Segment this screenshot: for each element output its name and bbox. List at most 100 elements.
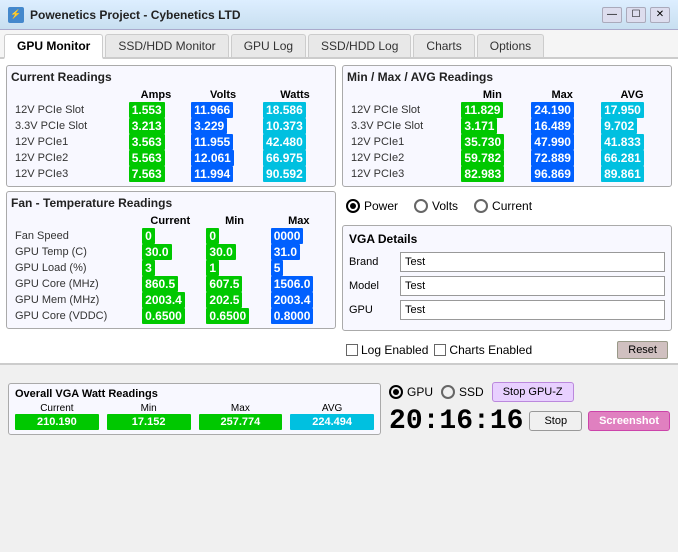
- cell-max: 24.190: [527, 102, 597, 118]
- radio-gpu[interactable]: GPU: [389, 385, 433, 399]
- table-row: Fan Speed 0 0 0000: [11, 228, 331, 244]
- radio-gpu-circle[interactable]: [389, 385, 403, 399]
- charts-enabled-checkbox[interactable]: Charts Enabled: [434, 343, 532, 357]
- cell-avg: 41.833: [597, 134, 667, 150]
- charts-enabled-cb-box[interactable]: [434, 344, 446, 356]
- table-row: GPU Load (%) 3 1 5: [11, 260, 331, 276]
- row-label: 12V PCIe3: [11, 166, 125, 182]
- row-label: GPU Core (MHz): [11, 276, 138, 292]
- log-enabled-checkbox[interactable]: Log Enabled: [346, 343, 428, 357]
- bottom-top-row: GPU SSD Stop GPU-Z: [389, 382, 670, 402]
- cell-current: 860.5: [138, 276, 202, 292]
- cell-max: 0000: [267, 228, 331, 244]
- cell-watts: 18.586: [259, 102, 331, 118]
- current-readings-title: Current Readings: [11, 70, 331, 84]
- cell-current: 0: [138, 228, 202, 244]
- table-row: 12V PCIe2 5.563 12.061 66.975: [11, 150, 331, 166]
- col-volts: Volts: [187, 88, 259, 102]
- minimize-button[interactable]: —: [602, 7, 622, 23]
- cell-min: 1: [202, 260, 266, 276]
- cell-avg: 89.861: [597, 166, 667, 182]
- table-row: 12V PCIe1 35.730 47.990 41.833: [347, 134, 667, 150]
- vga-field-input[interactable]: [400, 252, 665, 272]
- time-display: 20:16:16: [389, 406, 523, 437]
- radio-current-circle[interactable]: [474, 199, 488, 213]
- cell-max: 96.869: [527, 166, 597, 182]
- tab-gpu-log[interactable]: GPU Log: [231, 34, 306, 57]
- cell-max: 2003.4: [267, 292, 331, 308]
- cell-current: 3: [138, 260, 202, 276]
- cell-volts: 11.966: [187, 102, 259, 118]
- row-label: 3.3V PCIe Slot: [11, 118, 125, 134]
- fan-temp-title: Fan - Temperature Readings: [11, 196, 331, 210]
- overall-avg-col: AVG 224.494: [290, 403, 374, 430]
- checkbox-row: Log Enabled Charts Enabled Reset: [342, 337, 672, 363]
- log-enabled-cb-box[interactable]: [346, 344, 358, 356]
- cell-amps: 5.563: [125, 150, 187, 166]
- radio-ssd[interactable]: SSD: [441, 385, 484, 399]
- col-watts: Watts: [259, 88, 331, 102]
- row-label: 12V PCIe Slot: [347, 102, 457, 118]
- left-column: Current Readings Amps Volts Watts 12V PC…: [6, 65, 336, 363]
- cell-min: 3.171: [457, 118, 527, 134]
- radio-volts-label: Volts: [432, 199, 458, 213]
- maximize-button[interactable]: ☐: [626, 7, 646, 23]
- cell-min: 0: [202, 228, 266, 244]
- vga-field-label: Model: [349, 280, 394, 292]
- fan-temp-section: Fan - Temperature Readings Current Min M…: [6, 191, 336, 329]
- cell-current: 30.0: [138, 244, 202, 260]
- vga-details-title: VGA Details: [349, 232, 665, 246]
- cell-avg: 66.281: [597, 150, 667, 166]
- cell-volts: 3.229: [187, 118, 259, 134]
- overall-min-value: 17.152: [107, 414, 191, 430]
- bottom-bar: Overall VGA Watt Readings Current 210.19…: [0, 363, 678, 453]
- radio-power-label: Power: [364, 199, 398, 213]
- cell-min: 35.730: [457, 134, 527, 150]
- overall-avg-value: 224.494: [290, 414, 374, 430]
- tab-ssdhdd-log[interactable]: SSD/HDD Log: [308, 34, 411, 57]
- cell-max: 47.990: [527, 134, 597, 150]
- table-row: 12V PCIe Slot 11.829 24.190 17.950: [347, 102, 667, 118]
- cell-avg: 17.950: [597, 102, 667, 118]
- tab-ssdhdd-monitor[interactable]: SSD/HDD Monitor: [105, 34, 228, 57]
- tab-gpu-monitor[interactable]: GPU Monitor: [4, 34, 103, 59]
- reset-button[interactable]: Reset: [617, 341, 668, 359]
- radio-volts[interactable]: Volts: [414, 199, 458, 213]
- radio-gpu-label: GPU: [407, 385, 433, 399]
- min-max-section: Min / Max / AVG Readings Min Max AVG 12V…: [342, 65, 672, 187]
- cell-max: 1506.0: [267, 276, 331, 292]
- row-label: 12V PCIe2: [11, 150, 125, 166]
- mm-col-min: Min: [457, 88, 527, 102]
- cell-watts: 10.373: [259, 118, 331, 134]
- stop-button[interactable]: Stop: [529, 411, 582, 431]
- stop-gpuz-button[interactable]: Stop GPU-Z: [492, 382, 574, 402]
- vga-field-input[interactable]: [400, 300, 665, 320]
- cell-min: 0.6500: [202, 308, 266, 324]
- cell-max: 31.0: [267, 244, 331, 260]
- radio-power[interactable]: Power: [346, 199, 398, 213]
- window-title: Powenetics Project - Cybenetics LTD: [30, 8, 241, 22]
- table-row: 12V PCIe2 59.782 72.889 66.281: [347, 150, 667, 166]
- radio-ssd-circle[interactable]: [441, 385, 455, 399]
- cell-watts: 66.975: [259, 150, 331, 166]
- current-readings-table: Amps Volts Watts 12V PCIe Slot 1.553 11.…: [11, 88, 331, 182]
- cell-current: 0.6500: [138, 308, 202, 324]
- vga-field-input[interactable]: [400, 276, 665, 296]
- tab-charts[interactable]: Charts: [413, 34, 474, 57]
- bottom-right: GPU SSD Stop GPU-Z 20:16:16 Stop Screens…: [389, 382, 670, 437]
- cell-avg: 9.702: [597, 118, 667, 134]
- min-max-table: Min Max AVG 12V PCIe Slot 11.829 24.190 …: [347, 88, 667, 182]
- cell-min: 202.5: [202, 292, 266, 308]
- close-button[interactable]: ✕: [650, 7, 670, 23]
- tab-options[interactable]: Options: [477, 34, 544, 57]
- overall-title: Overall VGA Watt Readings: [15, 388, 374, 400]
- charts-enabled-label: Charts Enabled: [449, 343, 532, 357]
- radio-current[interactable]: Current: [474, 199, 532, 213]
- radio-power-circle[interactable]: [346, 199, 360, 213]
- radio-volts-circle[interactable]: [414, 199, 428, 213]
- main-area: Current Readings Amps Volts Watts 12V PC…: [0, 59, 678, 363]
- mm-col-avg: AVG: [597, 88, 667, 102]
- screenshot-button[interactable]: Screenshot: [588, 411, 670, 431]
- cell-max: 0.8000: [267, 308, 331, 324]
- vga-field-row: Brand: [349, 252, 665, 272]
